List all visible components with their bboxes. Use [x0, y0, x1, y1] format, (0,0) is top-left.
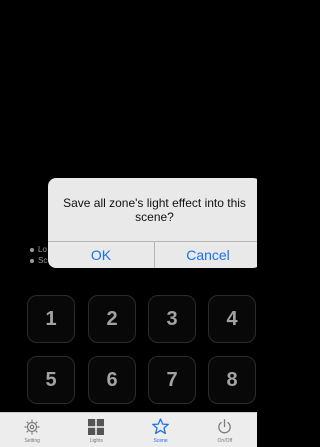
tab-setting[interactable]: Setting [0, 413, 64, 447]
tab-bar: Setting Lights Scene On/Off [0, 412, 257, 447]
gear-icon [23, 417, 41, 436]
tab-label: Lights [89, 438, 104, 444]
tab-scene[interactable]: Scene [129, 413, 193, 447]
cancel-button[interactable]: Cancel [155, 242, 257, 268]
tab-label: On/Off [217, 438, 233, 444]
ok-button[interactable]: OK [48, 242, 154, 268]
tab-on-off[interactable]: On/Off [193, 413, 257, 447]
star-icon [151, 417, 170, 436]
tab-label: Scene [153, 438, 168, 444]
tab-label: Setting [24, 438, 40, 444]
grid-icon [88, 417, 105, 436]
scene-screen: Lo Sc 1 2 3 4 5 6 7 8 Save all zone's li… [0, 0, 257, 447]
tab-lights[interactable]: Lights [64, 413, 128, 447]
power-icon [216, 417, 233, 436]
dialog-message: Save all zone's light effect into this s… [63, 196, 246, 224]
save-scene-dialog: Save all zone's light effect into this s… [48, 178, 257, 268]
